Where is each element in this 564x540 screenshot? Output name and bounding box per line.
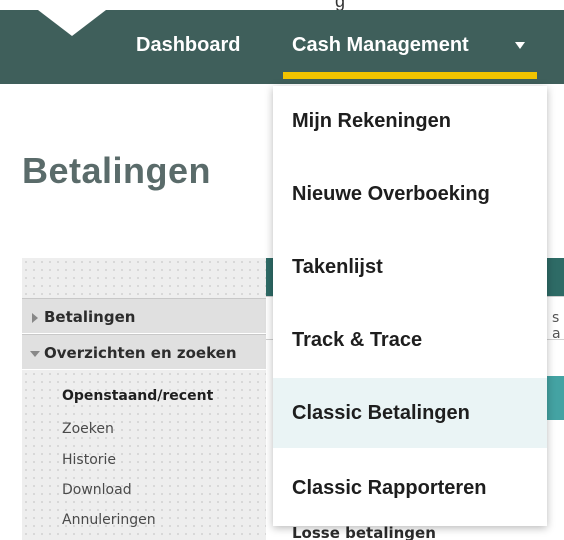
menu-item-track-trace[interactable]: Track & Trace — [273, 305, 547, 375]
menu-item-label: Track & Trace — [292, 329, 423, 351]
menu-item-classic-betalingen[interactable]: Classic Betalingen — [273, 378, 547, 448]
sidebar-section-overzichten[interactable]: Overzichten en zoeken — [22, 334, 266, 370]
sidebar-section-label: Betalingen — [44, 308, 136, 326]
menu-item-label: Takenlijst — [292, 256, 383, 278]
sidebar-item-openstaand[interactable]: Openstaand/recent — [62, 388, 213, 404]
menu-item-nieuwe-overboeking[interactable]: Nieuwe Overboeking — [273, 159, 547, 229]
menu-item-mijn-rekeningen[interactable]: Mijn Rekeningen — [273, 86, 547, 156]
menu-item-label: Mijn Rekeningen — [292, 110, 451, 132]
logo-notch — [38, 10, 106, 36]
top-strip: g — [0, 0, 564, 11]
caret-down-icon[interactable] — [515, 42, 525, 49]
menu-item-takenlijst[interactable]: Takenlijst — [273, 232, 547, 302]
sidebar-item-download[interactable]: Download — [62, 482, 132, 498]
sidebar-item-annuleringen[interactable]: Annuleringen — [62, 512, 156, 528]
search-input-partial-text: s a — [552, 310, 561, 342]
sidebar-item-zoeken[interactable]: Zoeken — [62, 421, 114, 437]
sidebar-item-historie[interactable]: Historie — [62, 452, 116, 468]
menu-item-label: Nieuwe Overboeking — [292, 183, 490, 205]
active-nav-underline — [283, 72, 537, 79]
page-title: Betalingen — [22, 150, 212, 191]
menu-item-classic-rapporteren[interactable]: Classic Rapporteren — [273, 453, 547, 523]
sidebar: Betalingen Overzichten en zoeken Opensta… — [22, 258, 266, 540]
nav-dashboard[interactable]: Dashboard — [136, 34, 240, 57]
cash-management-dropdown: Mijn Rekeningen Nieuwe Overboeking Taken… — [273, 86, 547, 526]
nav-cash-management[interactable]: Cash Management — [292, 34, 469, 57]
triangle-right-icon — [32, 313, 38, 323]
menu-item-label: Classic Rapporteren — [292, 477, 487, 499]
sidebar-section-betalingen[interactable]: Betalingen — [22, 298, 266, 334]
losse-betalingen-label: Losse betalingen — [292, 524, 436, 540]
triangle-down-icon — [30, 351, 40, 357]
menu-item-label: Classic Betalingen — [292, 402, 470, 424]
sidebar-section-label: Overzichten en zoeken — [44, 344, 237, 362]
